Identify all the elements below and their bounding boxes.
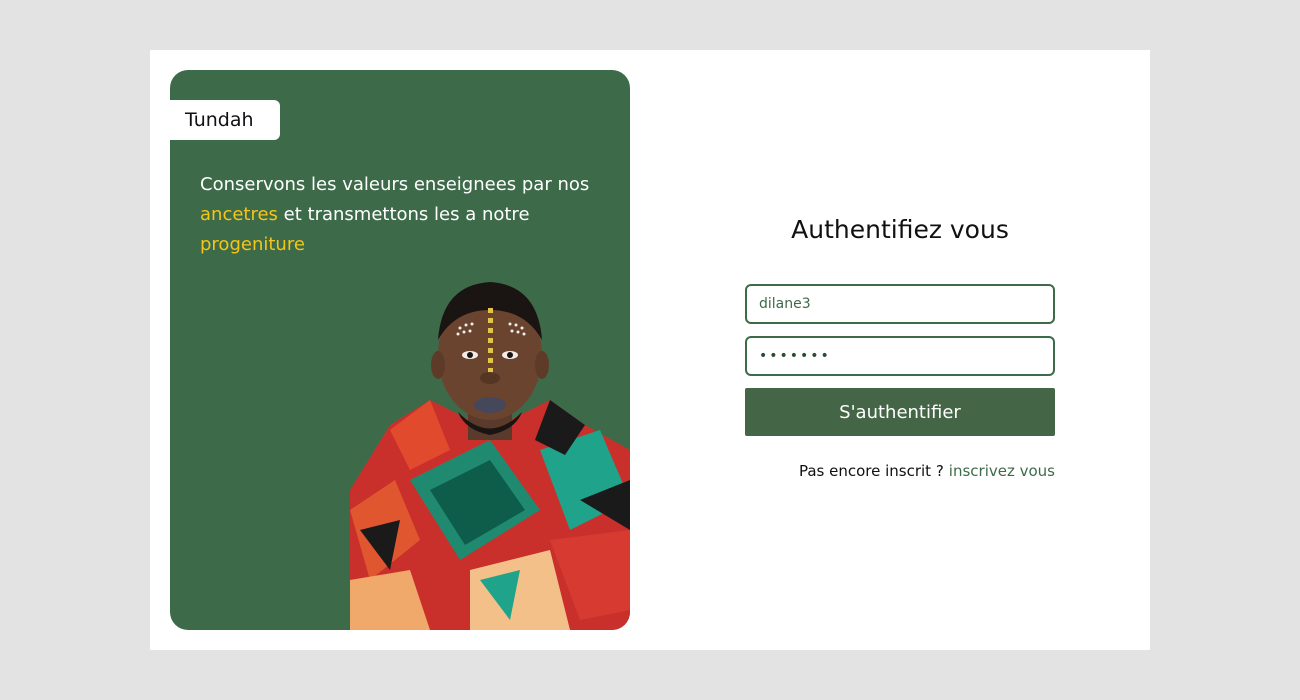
username-input[interactable] (745, 284, 1055, 324)
login-button[interactable]: S'authentifier (745, 388, 1055, 436)
tagline: Conservons les valeurs enseignees par no… (200, 170, 600, 260)
brand-logo: Tundah (170, 100, 280, 140)
portrait-image (350, 282, 630, 630)
signup-row: Pas encore inscrit ? inscrivez vous (799, 462, 1055, 480)
hero-panel: Tundah Conservons les valeurs enseignees… (170, 70, 630, 630)
login-form: Authentifiez vous S'authentifier Pas enc… (745, 50, 1055, 650)
tagline-highlight-offspring: progeniture (200, 234, 305, 255)
tagline-part1: Conservons les valeurs enseignees par no… (200, 174, 590, 195)
login-title: Authentifiez vous (791, 215, 1009, 244)
tagline-part2: et transmettons les a notre (277, 204, 530, 225)
signup-prompt: Pas encore inscrit ? (798, 462, 944, 480)
signup-link[interactable]: inscrivez vous (949, 462, 1055, 480)
tagline-highlight-ancestors: ancetres (200, 204, 278, 225)
auth-card: Tundah Conservons les valeurs enseignees… (150, 50, 1150, 650)
password-input[interactable] (745, 336, 1055, 376)
